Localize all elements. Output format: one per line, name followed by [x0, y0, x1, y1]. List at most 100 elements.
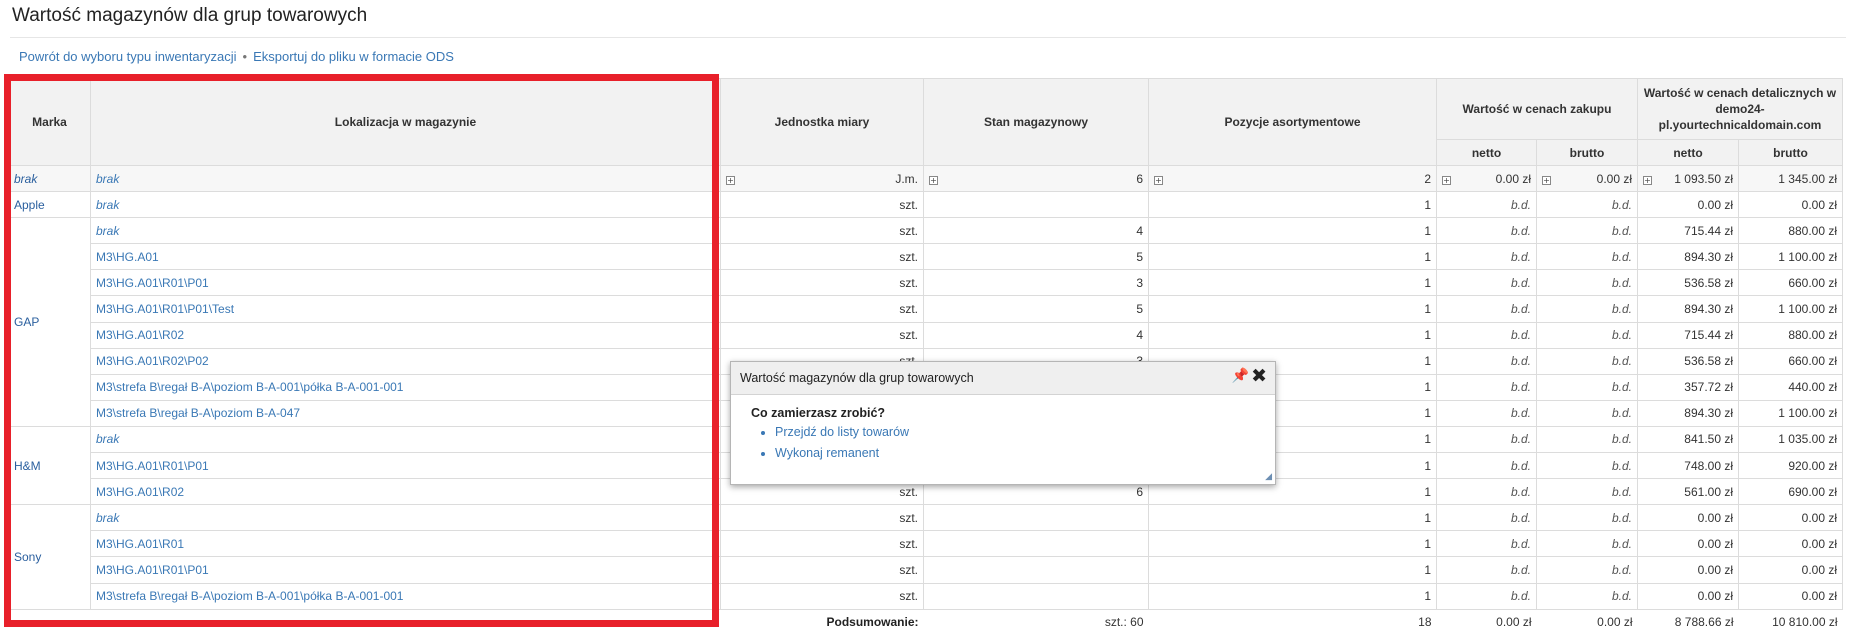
location-cell[interactable]: M3\strefa B\regał B-A\poziom B-A-001\pół… — [90, 373, 721, 401]
col-positions[interactable]: Pozycje asortymentowe — [1148, 78, 1437, 166]
retail-gross-cell: 880.00 zł — [1737, 321, 1844, 349]
location-cell[interactable]: brak — [90, 217, 721, 245]
unit-cell: szt. — [720, 243, 924, 271]
expand-icon[interactable]: + — [1542, 175, 1551, 185]
expand-icon[interactable]: + — [1442, 175, 1451, 185]
retail-gross-cell: 0.00 zł — [1737, 556, 1844, 584]
page-title: Wartość magazynów dla grup towarowych — [12, 5, 368, 26]
positions-cell: 1 — [1148, 191, 1437, 219]
location-cell[interactable]: M3\HG.A01\R02 — [90, 321, 721, 349]
unit-cell: szt. — [720, 191, 924, 219]
stock-cell — [923, 504, 1149, 532]
location-cell[interactable]: M3\HG.A01\R01\P01 — [90, 556, 721, 584]
purchase-net-cell: b.d. — [1436, 582, 1537, 610]
warehouse-value-table: Marka Lokalizacja w magazynie Jednostka … — [8, 78, 1844, 636]
purchase-gross-cell: +0.00 zł — [1536, 164, 1638, 193]
back-link[interactable]: Powrót do wyboru typu inwentaryzacji — [19, 49, 237, 64]
retail-gross-cell: 1 100.00 zł — [1737, 295, 1844, 323]
retail-net-cell: 0.00 zł — [1637, 504, 1739, 532]
export-ods-link[interactable]: Eksportuj do pliku w formacie ODS — [253, 49, 454, 64]
retail-net-cell: +1 093.50 zł — [1637, 164, 1739, 193]
retail-net-cell: 561.00 zł — [1637, 478, 1739, 506]
location-cell[interactable]: M3\strefa B\regał B-A\poziom B-A-047 — [90, 399, 721, 427]
location-cell[interactable]: M3\HG.A01\R01\P01 — [90, 452, 721, 480]
location-cell[interactable]: M3\HG.A01 — [90, 243, 721, 271]
expand-icon[interactable]: + — [1154, 175, 1163, 185]
dialog-header[interactable]: Wartość magazynów dla grup towarowych 📌 … — [731, 362, 1275, 395]
retail-gross-cell: 660.00 zł — [1737, 269, 1844, 297]
positions-cell: 1 — [1148, 295, 1437, 323]
table-row: M3\HG.A01\R01 szt. 1 b.d. b.d. 0.00 zł 0.00 zł — [9, 530, 1844, 558]
purchase-net-cell: b.d. — [1436, 373, 1537, 401]
col-stock[interactable]: Stan magazynowy — [923, 78, 1149, 166]
location-cell[interactable]: M3\HG.A01\R01 — [90, 530, 721, 558]
location-cell[interactable]: brak — [90, 164, 721, 193]
table-row: Sony brak szt. 1 b.d. b.d. 0.00 zł 0.00 zł — [8, 504, 1844, 610]
purchase-gross-cell: b.d. — [1536, 191, 1638, 219]
location-cell[interactable]: M3\HG.A01\R01\P01\Test — [90, 295, 721, 323]
retail-net-cell: 841.50 zł — [1637, 425, 1739, 454]
purchase-gross-cell: b.d. — [1536, 582, 1638, 610]
purchase-gross-cell: b.d. — [1536, 452, 1638, 480]
unit-cell: szt. — [720, 269, 924, 297]
retail-gross-cell: 0.00 zł — [1737, 504, 1844, 532]
cell-value: 1 093.50 zł — [1674, 171, 1733, 186]
stock-cell — [923, 191, 1149, 219]
table-row: Apple brak szt. 1 b.d. b.d. 0.00 zł 0.00 zł — [8, 191, 1844, 219]
expand-icon[interactable]: + — [726, 175, 735, 185]
retail-net-cell: 715.44 zł — [1637, 321, 1739, 349]
positions-cell: 1 — [1148, 321, 1437, 349]
action-links: Powrót do wyboru typu inwentaryzacji • Eks… — [19, 49, 454, 64]
expand-icon[interactable]: + — [1643, 175, 1652, 185]
retail-gross-cell: 1 100.00 zł — [1737, 243, 1844, 271]
perform-stocktake-link[interactable]: Wykonaj remanent — [775, 443, 909, 464]
expand-icon[interactable]: + — [929, 175, 938, 185]
brand-cell[interactable]: GAP — [8, 217, 91, 427]
unit-cell: + J.m. — [720, 164, 924, 193]
retail-gross-cell: 1 035.00 zł — [1737, 425, 1844, 454]
pin-icon[interactable]: 📌 — [1232, 368, 1249, 384]
col-brand[interactable]: Marka — [8, 78, 91, 166]
purchase-net-cell: b.d. — [1436, 504, 1537, 532]
col-purchase-gross[interactable]: brutto — [1536, 139, 1638, 166]
col-retail-net[interactable]: netto — [1637, 139, 1739, 166]
purchase-net-cell: b.d. — [1436, 217, 1537, 245]
stock-cell: 4 — [923, 321, 1149, 349]
purchase-net-cell: b.d. — [1436, 478, 1537, 506]
brand-cell[interactable]: Apple — [8, 191, 91, 219]
positions-cell: 1 — [1148, 582, 1437, 610]
purchase-gross-cell: b.d. — [1536, 295, 1638, 323]
location-cell[interactable]: M3\strefa B\regał B-A\poziom B-A-001\pół… — [90, 582, 721, 610]
purchase-gross-cell: b.d. — [1536, 399, 1638, 427]
brand-cell[interactable]: brak — [8, 164, 91, 193]
go-to-product-list-link[interactable]: Przejdź do listy towarów — [775, 422, 909, 443]
table-row: M3\HG.A01 szt. 5 1 b.d. b.d. 894.30 zł 1 100.00… — [9, 243, 1844, 271]
retail-net-cell: 715.44 zł — [1637, 217, 1739, 245]
col-purchase-net[interactable]: netto — [1436, 139, 1537, 166]
location-cell[interactable]: brak — [90, 191, 721, 219]
brand-cell[interactable]: H&M — [8, 425, 91, 506]
col-retail-gross[interactable]: brutto — [1737, 139, 1844, 166]
close-icon[interactable]: ✖ — [1251, 365, 1267, 387]
retail-gross-cell: 0.00 zł — [1737, 530, 1844, 558]
retail-net-cell: 536.58 zł — [1637, 347, 1739, 375]
unit-cell: szt. — [720, 556, 924, 584]
retail-net-cell: 0.00 zł — [1637, 191, 1739, 219]
col-location[interactable]: Lokalizacja w magazynie — [90, 78, 721, 166]
cell-value: 6 — [1136, 171, 1143, 186]
location-cell[interactable]: brak — [90, 504, 721, 532]
retail-net-cell: 894.30 zł — [1637, 243, 1739, 271]
positions-cell: 1 — [1148, 217, 1437, 245]
location-cell[interactable]: M3\HG.A01\R02 — [90, 478, 721, 506]
col-unit[interactable]: Jednostka miary — [720, 78, 924, 166]
location-cell[interactable]: M3\HG.A01\R02\P02 — [90, 347, 721, 375]
col-retail-value: Wartość w cenach detalicznych w demo24-p… — [1636, 78, 1844, 140]
location-cell[interactable]: M3\HG.A01\R01\P01 — [90, 269, 721, 297]
purchase-gross-cell: b.d. — [1536, 217, 1638, 245]
stock-cell — [923, 582, 1149, 610]
resize-grip-icon[interactable]: ◢ — [1265, 472, 1272, 482]
link-separator: • — [242, 49, 248, 64]
brand-cell[interactable]: Sony — [8, 504, 91, 610]
purchase-net-cell: b.d. — [1436, 243, 1537, 271]
location-cell[interactable]: brak — [90, 425, 721, 454]
